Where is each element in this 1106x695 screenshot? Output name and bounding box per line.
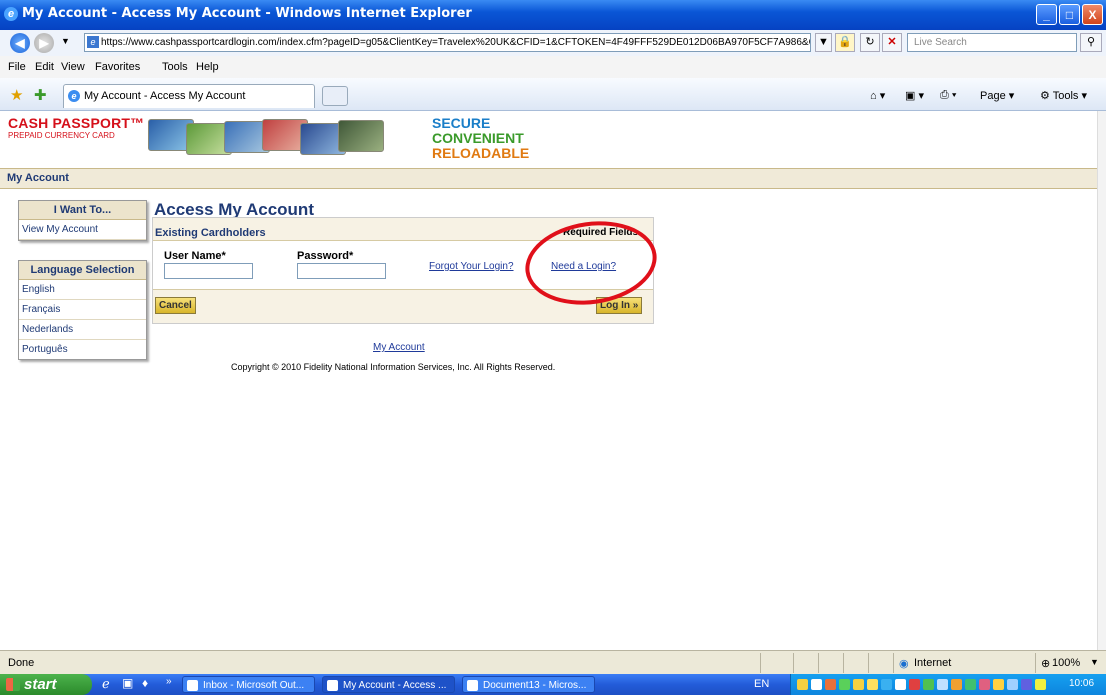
brand-subtitle: PREPAID CURRENCY CARD xyxy=(8,131,115,140)
tools-menu-label: Tools xyxy=(1052,90,1079,102)
menu-favorites[interactable]: Favorites xyxy=(95,61,140,73)
url-text: https://www.cashpassportcardlogin.com/in… xyxy=(101,37,811,48)
breadcrumb[interactable]: My Account xyxy=(7,172,69,184)
favorites-star-icon[interactable]: ★ xyxy=(10,86,23,104)
window-title-bar[interactable]: e My Account - Access My Account - Windo… xyxy=(0,0,1106,30)
stop-button[interactable]: ✕ xyxy=(882,33,902,52)
start-button[interactable]: start xyxy=(0,674,92,695)
task-inbox-label: Inbox - Microsoft Out... xyxy=(203,680,305,691)
address-field[interactable]: e https://www.cashpassportcardlogin.com/… xyxy=(84,33,811,52)
quicklaunch-more-icon[interactable]: » xyxy=(166,676,172,687)
language-francais[interactable]: Français xyxy=(19,300,146,320)
quicklaunch-app-icon[interactable]: ♦ xyxy=(142,676,148,690)
zoom-dropdown-icon[interactable]: ▼ xyxy=(1090,657,1099,667)
quicklaunch-ie-icon[interactable]: ℯ xyxy=(102,676,110,692)
card-banner-image xyxy=(148,115,402,155)
status-bar: Done ◉ Internet ⊕ 100% ▼ xyxy=(0,650,1106,675)
task-my-account[interactable]: My Account - Access ... xyxy=(322,676,455,693)
address-dropdown-button[interactable]: ▼ xyxy=(815,33,832,52)
taskbar: start ℯ ▣ ♦ » Inbox - Microsoft Out... M… xyxy=(0,674,1106,695)
refresh-button[interactable]: ↻ xyxy=(860,33,880,52)
tagline-reloadable: RELOADABLE xyxy=(432,145,530,161)
close-button[interactable]: X xyxy=(1082,4,1103,25)
tools-menu[interactable]: ⚙ Tools ▾ xyxy=(1040,89,1087,102)
address-toolbar: ◀ ▶ ▼ e https://www.cashpassportcardlogi… xyxy=(0,30,1106,57)
language-heading: Language Selection xyxy=(19,261,146,280)
menu-tools[interactable]: Tools xyxy=(162,61,188,73)
search-icon[interactable]: ⚲ xyxy=(1080,33,1102,52)
language-english[interactable]: English xyxy=(19,280,146,300)
ie-icon: e xyxy=(4,7,18,21)
search-input[interactable]: Live Search xyxy=(907,33,1077,52)
forward-button[interactable]: ▶ xyxy=(34,33,54,53)
security-zone: Internet xyxy=(914,657,952,669)
lock-icon[interactable]: 🔒 xyxy=(835,33,855,52)
cancel-button[interactable]: Cancel xyxy=(155,297,196,314)
status-text: Done xyxy=(8,657,35,669)
print-icon[interactable]: ⎙ ▾ xyxy=(940,89,956,102)
username-label: User Name* xyxy=(164,250,226,262)
outlook-icon xyxy=(187,680,198,691)
clock: 10:06 xyxy=(1069,678,1095,689)
feeds-icon[interactable]: ▣ ▾ xyxy=(905,89,924,102)
tagline-secure: SECURE xyxy=(432,115,491,131)
vertical-scrollbar[interactable] xyxy=(1097,111,1106,650)
window-title: My Account - Access My Account - Windows… xyxy=(22,6,472,21)
word-icon xyxy=(467,680,478,691)
ie-icon xyxy=(327,680,338,691)
maximize-button[interactable]: □ xyxy=(1059,4,1080,25)
tab-bar: ★ ✚ e My Account - Access My Account ⌂ ▾… xyxy=(0,78,1106,111)
i-want-to-panel: I Want To... View My Account xyxy=(18,200,147,241)
language-indicator[interactable]: EN xyxy=(754,678,769,690)
username-field[interactable] xyxy=(164,263,253,279)
menu-bar: File Edit View Favorites Tools Help xyxy=(0,56,1106,79)
language-nederlands[interactable]: Nederlands xyxy=(19,320,146,340)
zoom-level[interactable]: 100% xyxy=(1052,657,1080,669)
page-menu-label: Page xyxy=(980,90,1006,102)
tagline-convenient: CONVENIENT xyxy=(432,130,524,146)
windows-flag-icon xyxy=(6,678,20,691)
task-my-account-label: My Account - Access ... xyxy=(343,680,447,691)
menu-edit[interactable]: Edit xyxy=(35,61,54,73)
language-portugues[interactable]: Português xyxy=(19,340,146,359)
copyright: Copyright © 2010 Fidelity National Infor… xyxy=(231,362,556,372)
task-inbox[interactable]: Inbox - Microsoft Out... xyxy=(182,676,315,693)
section-heading: Existing Cardholders xyxy=(155,227,266,239)
back-button[interactable]: ◀ xyxy=(10,33,30,53)
add-favorites-icon[interactable]: ✚ xyxy=(34,86,47,104)
tab-label: My Account - Access My Account xyxy=(84,90,246,102)
footer-my-account-link[interactable]: My Account xyxy=(373,342,425,353)
page-content: CASH PASSPORT™ PREPAID CURRENCY CARD SEC… xyxy=(0,111,1106,650)
page-icon: e xyxy=(87,36,99,48)
task-document-label: Document13 - Micros... xyxy=(483,680,587,691)
new-tab-button[interactable] xyxy=(322,86,348,106)
internet-zone-icon: ◉ xyxy=(899,658,909,670)
menu-file[interactable]: File xyxy=(8,61,26,73)
password-label: Password* xyxy=(297,250,354,262)
sidebar-item-view-my-account[interactable]: View My Account xyxy=(19,220,146,240)
task-document[interactable]: Document13 - Micros... xyxy=(462,676,595,693)
password-field[interactable] xyxy=(297,263,386,279)
zoom-icon[interactable]: ⊕ xyxy=(1041,657,1050,670)
forgot-login-link[interactable]: Forgot Your Login? xyxy=(429,261,514,272)
tab-active[interactable]: e My Account - Access My Account xyxy=(63,84,315,108)
menu-help[interactable]: Help xyxy=(196,61,219,73)
minimize-button[interactable]: _ xyxy=(1036,4,1057,25)
system-tray: 10:06 xyxy=(790,674,1106,695)
page-menu[interactable]: Page ▾ xyxy=(980,89,1014,102)
menu-view[interactable]: View xyxy=(61,61,85,73)
i-want-to-heading: I Want To... xyxy=(19,201,146,220)
breadcrumb-bar: My Account xyxy=(0,168,1098,189)
language-panel: Language Selection English Français Nede… xyxy=(18,260,147,360)
quicklaunch-outlook-icon[interactable]: ▣ xyxy=(122,676,133,690)
history-dropdown-icon[interactable]: ▼ xyxy=(61,36,70,46)
start-label: start xyxy=(24,676,57,693)
brand-logo: CASH PASSPORT™ xyxy=(8,115,145,131)
home-icon[interactable]: ⌂ ▾ xyxy=(870,89,885,102)
ie-tab-icon: e xyxy=(68,90,80,102)
